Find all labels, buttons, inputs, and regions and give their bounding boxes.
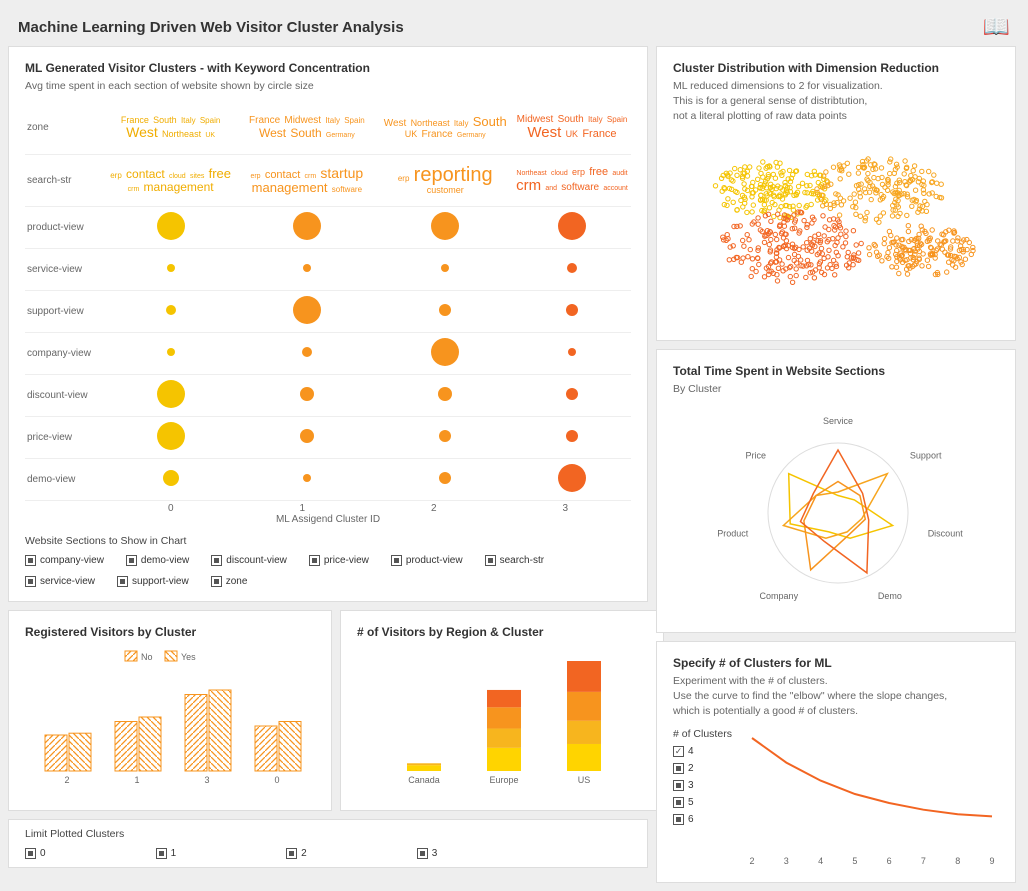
bubble-panel: ML Generated Visitor Clusters - with Key… <box>8 46 648 602</box>
svg-text:Company: Company <box>760 591 799 601</box>
limit-title: Limit Plotted Clusters <box>25 828 631 840</box>
region-chart[interactable]: Canada Europe US <box>357 643 647 793</box>
checkbox-product-view[interactable]: product-view <box>391 555 463 566</box>
elbow-subtitle: Experiment with the # of clusters.Use th… <box>673 674 999 720</box>
svg-text:Discount: Discount <box>928 528 964 538</box>
svg-text:7: 7 <box>921 856 926 866</box>
svg-text:US: US <box>578 775 591 785</box>
svg-text:Product: Product <box>717 528 749 538</box>
checkbox-3[interactable]: 3 <box>673 780 732 791</box>
scatter-chart[interactable] <box>673 133 1003 323</box>
page-title: Machine Learning Driven Web Visitor Clus… <box>18 19 404 36</box>
region-panel: # of Visitors by Region & Cluster Canada… <box>340 610 664 811</box>
scatter-title: Cluster Distribution with Dimension Redu… <box>673 61 999 75</box>
radar-title: Total Time Spent in Website Sections <box>673 364 999 378</box>
checkbox-3[interactable]: 3 <box>417 848 438 859</box>
svg-text:Europe: Europe <box>489 775 518 785</box>
registered-title: Registered Visitors by Cluster <box>25 625 315 639</box>
svg-text:1: 1 <box>134 775 139 785</box>
checkbox-5[interactable]: 5 <box>673 797 732 808</box>
checkbox-discount-view[interactable]: discount-view <box>211 555 287 566</box>
bubble-subtitle: Avg time spent in each section of websit… <box>25 79 631 94</box>
svg-text:Canada: Canada <box>408 775 440 785</box>
svg-text:0: 0 <box>274 775 279 785</box>
registered-panel: Registered Visitors by Cluster No Yes 2 1 3 0 <box>8 610 332 811</box>
region-title: # of Visitors by Region & Cluster <box>357 625 647 639</box>
limit-panel: Limit Plotted Clusters 0 1 2 3 <box>8 819 648 868</box>
svg-text:2: 2 <box>64 775 69 785</box>
guide-icon[interactable]: 📖 <box>983 14 1010 40</box>
checkbox-6[interactable]: 6 <box>673 814 732 825</box>
checkbox-support-view[interactable]: support-view <box>117 576 189 587</box>
checkbox-company-view[interactable]: company-view <box>25 555 104 566</box>
scatter-subtitle: ML reduced dimensions to 2 for visualiza… <box>673 79 999 125</box>
checkbox-search-str[interactable]: search-str <box>485 555 544 566</box>
svg-text:3: 3 <box>784 856 789 866</box>
checkbox-4[interactable]: ✓4 <box>673 746 732 757</box>
svg-text:4: 4 <box>818 856 823 866</box>
svg-text:Price: Price <box>746 451 767 461</box>
checkbox-0[interactable]: 0 <box>25 848 46 859</box>
svg-text:Service: Service <box>823 416 853 426</box>
bubble-title: ML Generated Visitor Clusters - with Key… <box>25 61 631 75</box>
checkbox-zone[interactable]: zone <box>211 576 248 587</box>
bubble-xaxis-label: ML Assigend Cluster ID <box>25 514 631 525</box>
svg-text:No: No <box>141 652 153 662</box>
checkbox-demo-view[interactable]: demo-view <box>126 555 189 566</box>
radar-subtitle: By Cluster <box>673 382 999 397</box>
elbow-filter-title: # of Clusters <box>673 728 732 740</box>
elbow-title: Specify # of Clusters for ML <box>673 656 999 670</box>
svg-text:5: 5 <box>853 856 858 866</box>
registered-chart[interactable]: No Yes 2 1 3 0 <box>25 643 315 793</box>
checkbox-service-view[interactable]: service-view <box>25 576 95 587</box>
svg-text:9: 9 <box>990 856 995 866</box>
bubble-table[interactable]: zoneFrance South Italy Spain West Northe… <box>25 102 631 501</box>
checkbox-2[interactable]: 2 <box>673 763 732 774</box>
checkbox-1[interactable]: 1 <box>156 848 177 859</box>
elbow-panel: Specify # of Clusters for ML Experiment … <box>656 641 1016 883</box>
checkbox-2[interactable]: 2 <box>286 848 307 859</box>
svg-text:6: 6 <box>887 856 892 866</box>
svg-text:Demo: Demo <box>878 591 902 601</box>
elbow-chart[interactable]: 2 3 4 5 6 7 8 9 <box>742 728 999 868</box>
radar-panel: Total Time Spent in Website Sections By … <box>656 349 1016 633</box>
svg-text:3: 3 <box>204 775 209 785</box>
svg-text:2: 2 <box>750 856 755 866</box>
scatter-panel: Cluster Distribution with Dimension Redu… <box>656 46 1016 341</box>
svg-text:Support: Support <box>910 451 942 461</box>
svg-text:8: 8 <box>955 856 960 866</box>
checkbox-price-view[interactable]: price-view <box>309 555 369 566</box>
radar-chart[interactable]: Service Support Discount Demo Company Product… <box>673 405 1003 615</box>
svg-text:Yes: Yes <box>181 652 196 662</box>
section-filter-title: Website Sections to Show in Chart <box>25 535 631 547</box>
